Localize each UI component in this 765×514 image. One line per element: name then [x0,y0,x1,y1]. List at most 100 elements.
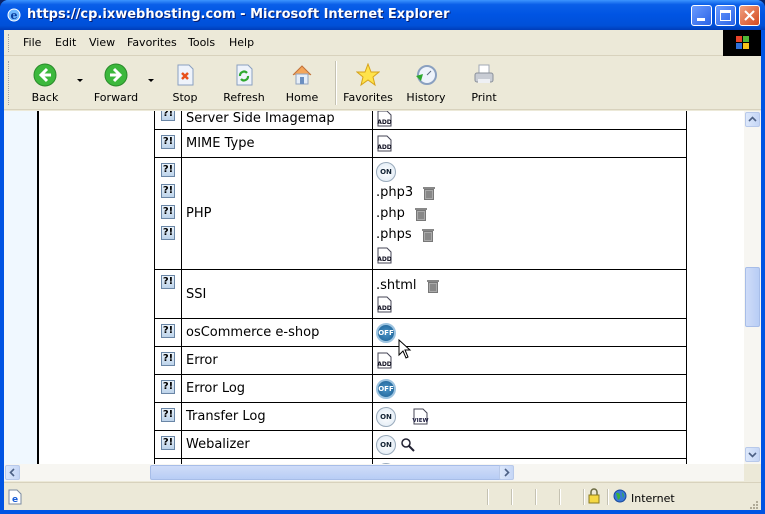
trash-icon[interactable] [423,186,436,200]
printer-icon [474,64,494,83]
back-dropdown-arrow[interactable] [77,79,83,82]
settings-table: ?! Server Side Imagemap ADD ?! MIME Type… [154,111,687,464]
on-toggle-icon[interactable]: ON [376,161,396,182]
browser-frame: File Edit View Favorites Tools Help Back… [4,30,761,510]
chevron-down-icon [748,452,757,458]
help-icon[interactable]: ?! [161,184,175,198]
vertical-scroll-thumb[interactable] [745,267,760,327]
magnifier-icon[interactable] [400,437,416,453]
row-name: Transfer Log [181,402,373,431]
page-icon: e [8,489,22,505]
row-name: Error [181,346,373,375]
add-icon[interactable]: ADD [376,352,393,369]
help-icon[interactable]: ?! [161,380,175,394]
title-bar[interactable]: e https://cp.ixwebhosting.com - Microsof… [0,0,765,30]
add-icon[interactable]: ADD [376,296,393,313]
help-icon[interactable]: ?! [161,226,175,240]
add-icon[interactable]: ADD [376,247,393,264]
print-button[interactable]: Print [466,61,502,107]
status-divider [487,489,489,505]
table-row: ?! Webalizer ON [154,430,687,459]
back-button[interactable]: Back [28,61,62,107]
forward-label: Forward [93,91,139,104]
help-icon[interactable]: ?! [161,436,175,450]
trash-icon[interactable] [415,207,428,221]
home-label: Home [285,91,319,104]
forward-dropdown-arrow[interactable] [148,79,154,82]
toolbar-grip[interactable] [8,61,11,105]
horizontal-scrollbar[interactable] [4,464,744,481]
status-bar: e Internet [4,482,761,510]
svg-text:ADD: ADD [377,119,392,126]
favorites-button[interactable]: Favorites [342,61,394,107]
trash-icon[interactable] [421,228,434,242]
help-icon[interactable]: ?! [161,275,175,289]
menu-favorites[interactable]: Favorites [127,36,177,49]
windows-logo [723,30,761,56]
stop-label: Stop [172,91,198,104]
scroll-up-button[interactable] [745,112,760,127]
chevron-left-icon [9,468,15,477]
menu-tools[interactable]: Tools [188,36,215,49]
home-icon [292,65,312,85]
table-row: ?! Server Side Imagemap ADD [154,111,687,130]
history-button[interactable]: History [404,61,448,107]
star-icon [356,63,380,87]
help-icon[interactable]: ?! [161,205,175,219]
help-icon[interactable]: ?! [161,352,175,366]
menu-edit[interactable]: Edit [55,36,76,49]
svg-text:ADD: ADD [377,144,392,151]
menubar-grip[interactable] [8,34,11,52]
svg-text:ADD: ADD [377,361,392,368]
help-icon[interactable]: ?! [161,111,175,121]
toolbar-separator [335,61,337,105]
refresh-button[interactable]: Refresh [222,61,266,107]
ie-window: e https://cp.ixwebhosting.com - Microsof… [0,0,765,514]
menu-file[interactable]: File [23,36,41,49]
menu-help[interactable]: Help [229,36,254,49]
close-button[interactable] [739,5,760,26]
view-icon[interactable]: VIEW [412,408,429,425]
scroll-left-button[interactable] [5,465,20,480]
help-icon[interactable]: ?! [161,408,175,422]
scroll-right-button[interactable] [499,465,514,480]
svg-text:e: e [12,495,18,505]
forward-button[interactable]: Forward [92,61,140,107]
minimize-button[interactable] [691,5,712,26]
stop-button[interactable]: Stop [168,61,202,107]
vertical-scrollbar[interactable] [744,111,761,464]
help-icon[interactable]: ?! [161,324,175,338]
help-icon[interactable]: ?! [161,135,175,149]
svg-text:e: e [11,9,18,22]
scroll-down-button[interactable] [745,447,760,462]
favorites-label: Favorites [343,91,393,104]
row-name: PHP [181,157,373,270]
menu-view[interactable]: View [89,36,115,49]
on-toggle-icon[interactable]: ON [376,434,396,455]
refresh-label: Refresh [223,91,265,104]
off-toggle-icon[interactable]: OFF [376,322,396,343]
history-icon [416,65,437,85]
on-toggle-icon[interactable]: ON [376,406,396,427]
security-zone-label: Internet [631,492,675,505]
lock-icon[interactable] [588,488,600,504]
minimize-icon [697,18,705,21]
status-divider [583,489,585,505]
add-icon[interactable]: ADD [376,135,393,152]
add-icon[interactable]: ADD [376,111,393,127]
forward-arrow-icon [104,63,128,87]
left-sidebar-column [4,111,39,464]
off-toggle-icon[interactable]: OFF [376,378,396,399]
home-button[interactable]: Home [284,61,320,107]
standard-toolbar: Back Forward Stop Refresh Home Favorites… [4,57,761,110]
status-divider [511,489,513,505]
trash-icon[interactable] [426,279,439,293]
extension-label: .shtml [376,278,417,293]
horizontal-scroll-thumb[interactable] [150,465,512,480]
resize-grip-icon[interactable] [748,499,759,510]
extension-label: .php [376,206,405,221]
maximize-icon [720,10,731,21]
help-icon[interactable]: ?! [161,163,175,177]
print-label: Print [471,91,497,104]
maximize-button[interactable] [715,5,736,26]
